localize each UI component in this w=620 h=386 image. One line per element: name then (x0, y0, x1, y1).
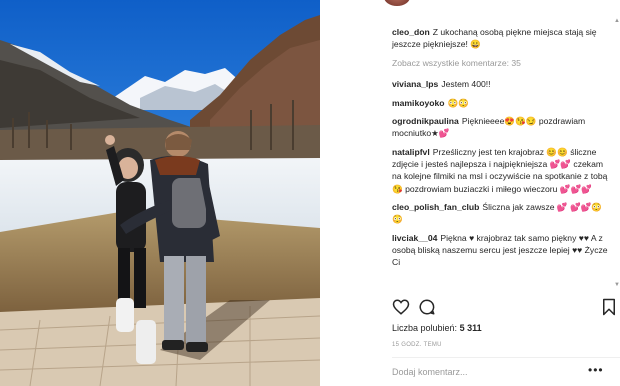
comment-username[interactable]: livciak__04 (392, 233, 437, 243)
post-timestamp[interactable]: 15 GODZ. TEMU (392, 342, 442, 348)
heart-icon[interactable] (392, 298, 412, 318)
travel-photo (0, 0, 320, 386)
comment-item: viviana_lps Jestem 400!! (392, 78, 612, 90)
comment-item: ogrodnikpaulina Pięknieeee😍😘😏 pozdrawiam … (392, 115, 612, 139)
comments-list: cleo_don Z ukochaną osobą piękne miejsca … (392, 26, 612, 275)
comment-username[interactable]: cleo_polish_fan_club (392, 202, 479, 212)
comment-username[interactable]: viviana_lps (392, 79, 438, 89)
comment-item: mamikoyoko 😳😳 (392, 97, 612, 109)
comment-username[interactable]: ogrodnikpaulina (392, 116, 459, 126)
comment-item: livciak__04 Piękna ♥ krajobraz tak samo p… (392, 232, 612, 269)
comment-username[interactable]: natalipfvl (392, 147, 430, 157)
post-actions (388, 298, 620, 318)
likes-label: Liczba polubień: (392, 323, 458, 333)
scroll-down-arrow-icon[interactable]: ▼ (614, 282, 620, 288)
bookmark-icon[interactable] (600, 298, 620, 318)
add-comment-input[interactable] (392, 367, 572, 377)
comment-text: Jestem 400!! (441, 79, 491, 89)
caption: cleo_don Z ukochaną osobą piękne miejsca … (392, 26, 612, 50)
comment-text: 😳😳 (447, 97, 469, 108)
comment-item: natalipfvl Prześliczny jest ten krajobraz… (392, 146, 612, 195)
post-photo[interactable] (0, 0, 320, 386)
more-options-icon[interactable]: ••• (588, 364, 604, 376)
comments-viewport[interactable]: cleo_don Z ukochaną osobą piękne miejsca … (320, 0, 620, 292)
comment-username[interactable]: mamikoyoko (392, 98, 445, 108)
caption-username[interactable]: cleo_don (392, 27, 430, 37)
scroll-up-arrow-icon[interactable]: ▲ (614, 18, 620, 24)
divider (392, 357, 620, 358)
comment-icon[interactable] (418, 298, 438, 318)
likes-number: 5 311 (459, 323, 482, 333)
comment-item: cleo_polish_fan_club Śliczna jak zawsze 💕… (392, 201, 612, 225)
view-all-comments-link[interactable]: Zobacz wszystkie komentarze: 35 (392, 57, 612, 69)
likes-count[interactable]: Liczba polubień: 5 311 (392, 323, 482, 333)
post-side-panel: cleo_don Z ukochaną osobą piękne miejsca … (320, 0, 620, 386)
